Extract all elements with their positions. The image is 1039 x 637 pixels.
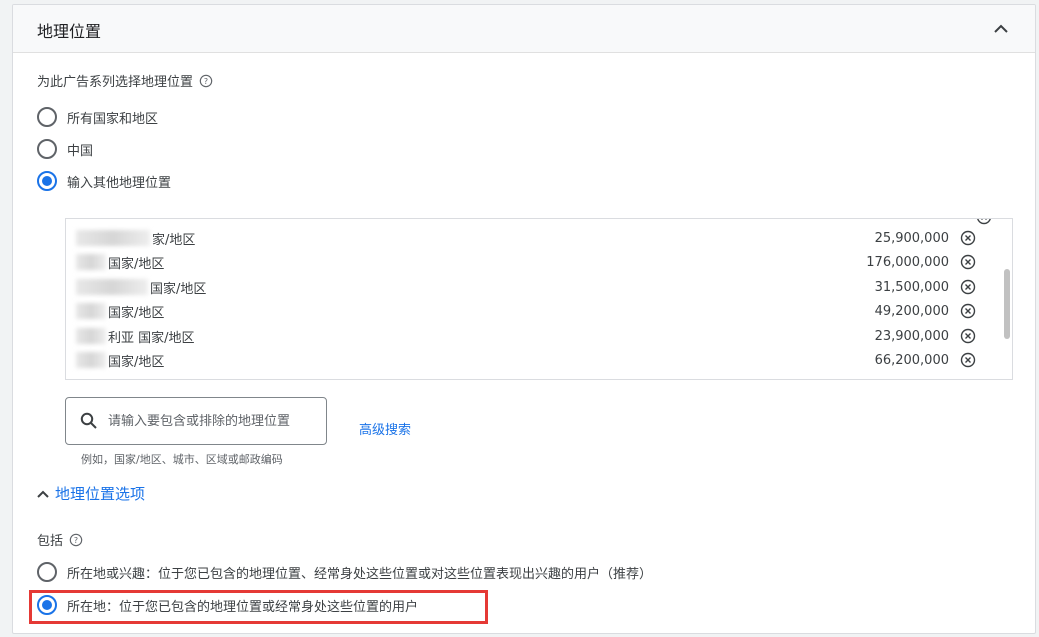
- location-reach: 25,900,000: [874, 230, 949, 246]
- svg-text:?: ?: [204, 77, 208, 86]
- location-reach: 176,000,000: [866, 254, 949, 270]
- radio-button-selected[interactable]: [37, 171, 57, 191]
- radio-label: 所在地或兴趣：位于您已包含的地理位置、经常身处这些位置或对这些位置表现出兴趣的用…: [67, 566, 653, 582]
- location-row: 国家/地区 176,000,000: [66, 250, 996, 274]
- radio-button[interactable]: [37, 562, 57, 582]
- location-name: 国家/地区: [76, 351, 164, 370]
- radio-china[interactable]: 中国: [37, 139, 93, 159]
- location-name: 家/地区: [76, 229, 195, 248]
- location-name: 国家/地区: [76, 302, 164, 321]
- location-reach: 23,900,000: [874, 328, 949, 344]
- location-search-input[interactable]: [108, 413, 318, 429]
- remove-icon[interactable]: [960, 303, 976, 319]
- search-hint: 例如，国家/地区、城市、区域或邮政编码: [81, 453, 283, 466]
- location-name: 国家/地区: [76, 278, 206, 297]
- remove-icon[interactable]: [960, 279, 976, 295]
- location-row: 国家/地区 66,200,000: [66, 348, 996, 372]
- target-label-text: 为此广告系列选择地理位置: [37, 75, 194, 90]
- highlight-box: [29, 590, 488, 624]
- location-options-toggle[interactable]: 地理位置选项: [35, 483, 145, 504]
- location-reach: 31,500,000: [874, 279, 949, 295]
- radio-label: 中国: [67, 143, 94, 159]
- location-list: 家/地区 25,900,000 国家/地区 176,000,000 国家/地区 …: [65, 218, 1013, 380]
- search-icon: [80, 412, 97, 429]
- location-row: 国家/地区 49,200,000: [66, 299, 996, 323]
- radio-all-countries[interactable]: 所有国家和地区: [37, 107, 158, 127]
- geo-location-card: 地理位置 为此广告系列选择地理位置 ? 所有国家和地区 中国 输入其他地理位置 …: [12, 4, 1036, 634]
- location-row: 家/地区 25,900,000: [66, 226, 996, 250]
- remove-icon[interactable]: [960, 352, 976, 368]
- radio-button[interactable]: [37, 139, 57, 159]
- remove-icon[interactable]: [976, 218, 992, 225]
- radio-label: 输入其他地理位置: [67, 175, 172, 191]
- advanced-search-link[interactable]: 高级搜索: [359, 419, 411, 438]
- include-section-label: 包括 ?: [37, 530, 83, 549]
- radio-other-locations[interactable]: 输入其他地理位置: [37, 171, 171, 191]
- card-title: 地理位置: [37, 22, 102, 41]
- svg-text:?: ?: [74, 536, 78, 545]
- radio-presence-or-interest[interactable]: 所在地或兴趣：位于您已包含的地理位置、经常身处这些位置或对这些位置表现出兴趣的用…: [37, 562, 652, 582]
- location-options-label: 地理位置选项: [55, 485, 146, 503]
- location-name: 国家/地区: [76, 253, 164, 272]
- chevron-up-icon: [37, 490, 49, 498]
- location-reach: 66,200,000: [874, 352, 949, 368]
- card-header: 地理位置: [13, 5, 1035, 53]
- remove-icon[interactable]: [960, 328, 976, 344]
- location-search-box[interactable]: [65, 397, 327, 445]
- scrollbar[interactable]: [1004, 269, 1010, 339]
- location-row: 国家/地区 31,500,000: [66, 275, 996, 299]
- include-label-text: 包括: [37, 534, 64, 549]
- help-icon[interactable]: ?: [69, 533, 83, 547]
- remove-icon[interactable]: [960, 230, 976, 246]
- help-icon[interactable]: ?: [199, 74, 213, 88]
- remove-icon[interactable]: [960, 254, 976, 270]
- location-row: 利亚 国家/地区 23,900,000: [66, 324, 996, 348]
- target-section-label: 为此广告系列选择地理位置 ?: [37, 71, 213, 90]
- location-name: 利亚 国家/地区: [76, 327, 195, 346]
- location-reach: 49,200,000: [874, 303, 949, 319]
- radio-label: 所有国家和地区: [67, 111, 159, 127]
- radio-button[interactable]: [37, 107, 57, 127]
- chevron-up-icon[interactable]: [989, 17, 1013, 41]
